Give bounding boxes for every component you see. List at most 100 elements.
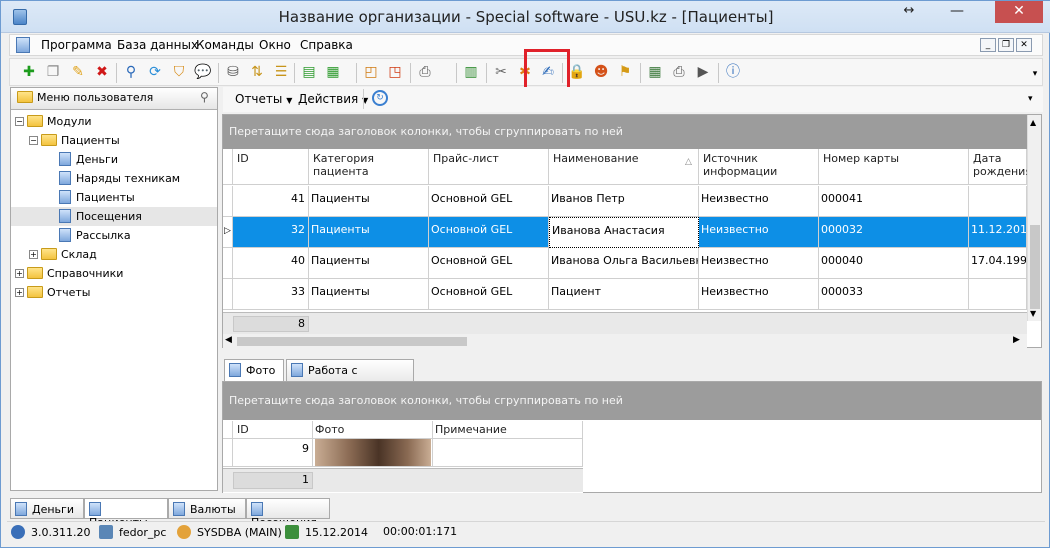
new-window-icon[interactable]: ◰	[362, 63, 380, 81]
cell-id[interactable]: 32	[233, 217, 309, 248]
tree-item-visits[interactable]: Посещения	[11, 207, 217, 226]
tree-item-modules[interactable]: − Модули	[11, 112, 217, 131]
cell-card-number[interactable]: 000041	[819, 186, 969, 217]
row-indicator[interactable]	[223, 248, 233, 279]
add-icon[interactable]: ✚	[20, 63, 38, 81]
users-icon[interactable]: ☻	[592, 63, 610, 81]
filter-icon[interactable]: ⛉	[170, 63, 188, 81]
cell-category[interactable]: Пациенты	[309, 217, 429, 248]
cell-birth-date[interactable]	[969, 279, 1027, 310]
window-tab-currencies[interactable]: Валюты	[168, 498, 246, 519]
tree-item-patients-folder[interactable]: − Пациенты	[11, 131, 217, 150]
collapse-icon[interactable]: −	[29, 136, 38, 145]
row-indicator[interactable]	[223, 439, 233, 467]
refresh-icon[interactable]: ⟳	[146, 63, 164, 81]
scroll-thumb[interactable]	[1030, 225, 1040, 309]
cell-category[interactable]: Пациенты	[309, 279, 429, 310]
mdi-close-button[interactable]: ✕	[1016, 38, 1032, 52]
cell-name[interactable]: Иванова Ольга Васильевна	[549, 248, 699, 279]
pin-icon[interactable]: ⚲	[200, 90, 209, 104]
comment-icon[interactable]: 💬	[194, 63, 212, 81]
minimize-button[interactable]: —	[945, 1, 969, 23]
expand-icon[interactable]: +	[29, 250, 38, 259]
menu-window[interactable]: Окно	[259, 38, 291, 52]
cell-price-list[interactable]: Основной GEL	[429, 186, 549, 217]
cell-card-number[interactable]: 000040	[819, 248, 969, 279]
cell-birth-date[interactable]: 17.04.1990	[969, 248, 1027, 279]
menu-database[interactable]: База данных	[117, 38, 198, 52]
col-header-photo[interactable]: Фото	[313, 421, 433, 439]
col-header-name[interactable]: Наименование △	[549, 149, 699, 185]
close-button[interactable]: ✕	[995, 1, 1043, 23]
col-header-birth-date[interactable]: Дата рождения	[969, 149, 1032, 185]
search-icon[interactable]: ⚲	[122, 63, 140, 81]
tree-item-warehouse[interactable]: + Склад	[11, 245, 217, 264]
col-header-category[interactable]: Категория пациента	[309, 149, 429, 185]
cell-category[interactable]: Пациенты	[309, 248, 429, 279]
menu-program[interactable]: Программа	[41, 38, 112, 52]
security-icon[interactable]: ⚑	[616, 63, 634, 81]
mdi-minimize-button[interactable]: _	[980, 38, 996, 52]
col-header-id[interactable]: ID	[233, 421, 313, 439]
table-icon[interactable]: ▦	[646, 63, 664, 81]
toolbar-overflow-icon[interactable]: ▾	[1026, 65, 1044, 83]
cell-note[interactable]	[433, 439, 583, 467]
print-icon[interactable]: ⎙	[416, 63, 434, 81]
row-indicator[interactable]	[223, 186, 233, 217]
cell-source[interactable]: Неизвестно	[699, 248, 819, 279]
cell-source[interactable]: Неизвестно	[699, 186, 819, 217]
cell-id[interactable]: 9	[233, 439, 313, 467]
cell-card-number[interactable]: 000033	[819, 279, 969, 310]
grid-horizontal-scrollbar[interactable]: ◀ ▶	[223, 334, 1027, 348]
group-icon[interactable]: ☰	[272, 63, 290, 81]
export-icon[interactable]: ▤	[300, 63, 318, 81]
toolbar-overflow-icon[interactable]: ▾	[1028, 94, 1033, 104]
cell-price-list[interactable]: Основной GEL	[429, 279, 549, 310]
copy-icon[interactable]: ❐	[44, 63, 62, 81]
cell-source[interactable]: Неизвестно	[699, 217, 819, 248]
detail-group-panel[interactable]: Перетащите сюда заголовок колонки, чтобы…	[223, 382, 1041, 420]
scroll-down-icon[interactable]: ▼	[1030, 309, 1036, 318]
tree-item-reports[interactable]: + Отчеты	[11, 283, 217, 302]
cell-id[interactable]: 33	[233, 279, 309, 310]
lock-icon[interactable]: 🔒	[568, 63, 586, 81]
cell-name[interactable]: Пациент	[549, 279, 699, 310]
tree-item-mailing[interactable]: Рассылка	[11, 226, 217, 245]
tab-patient-work[interactable]: Работа с пациентом	[286, 359, 414, 390]
cell-birth-date[interactable]: 11.12.2014	[969, 217, 1027, 248]
info-icon[interactable]: ⓘ	[724, 63, 742, 81]
cell-id[interactable]: 41	[233, 186, 309, 217]
cell-name[interactable]: Иванов Петр	[549, 186, 699, 217]
menu-commands[interactable]: Команды	[196, 38, 254, 52]
calendar-icon[interactable]: ▥	[462, 63, 480, 81]
close-window-icon[interactable]: ◳	[386, 63, 404, 81]
scroll-thumb[interactable]	[237, 337, 467, 346]
mdi-restore-button[interactable]: ❐	[998, 38, 1014, 52]
cell-card-number[interactable]: 000032	[819, 217, 969, 248]
col-header-note[interactable]: Примечание	[433, 421, 583, 439]
group-panel[interactable]: Перетащите сюда заголовок колонки, чтобы…	[223, 115, 1027, 149]
restore-arrows-icon[interactable]: ↔	[897, 1, 921, 23]
tree-item-directories[interactable]: + Справочники	[11, 264, 217, 283]
cell-source[interactable]: Неизвестно	[699, 279, 819, 310]
col-header-card-number[interactable]: Номер карты	[819, 149, 969, 185]
grid-vertical-scrollbar[interactable]: ▲ ▼	[1027, 115, 1041, 321]
printer-icon[interactable]: ⎙	[670, 63, 688, 81]
scroll-up-icon[interactable]: ▲	[1030, 118, 1036, 127]
sort-icon[interactable]: ⇅	[248, 63, 266, 81]
cell-category[interactable]: Пациенты	[309, 186, 429, 217]
cell-photo[interactable]	[313, 439, 433, 467]
scroll-right-icon[interactable]: ▶	[1013, 335, 1020, 345]
expand-icon[interactable]: +	[15, 269, 24, 278]
col-header-id[interactable]: ID	[233, 149, 309, 185]
window-tab-visits[interactable]: Посещения	[246, 498, 330, 529]
tab-photo[interactable]: Фото	[224, 359, 284, 381]
scroll-left-icon[interactable]: ◀	[225, 335, 232, 345]
row-indicator[interactable]	[223, 279, 233, 310]
col-header-source[interactable]: Источник информации	[699, 149, 819, 185]
tree-item-patients[interactable]: Пациенты	[11, 188, 217, 207]
row-indicator-current-icon[interactable]: ▷	[223, 217, 233, 248]
edit-icon[interactable]: ✎	[69, 63, 87, 81]
delete-icon[interactable]: ✖	[93, 63, 111, 81]
play-icon[interactable]: ▶	[694, 63, 712, 81]
